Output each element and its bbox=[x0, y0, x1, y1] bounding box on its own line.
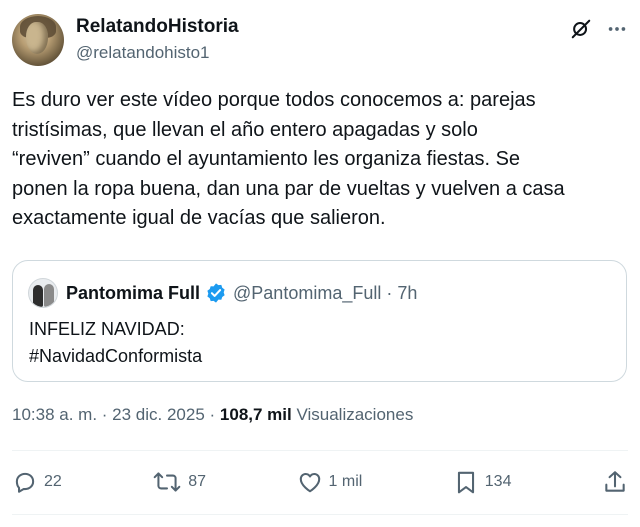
tweet-line: Es duro ver este vídeo porque todos cono… bbox=[12, 89, 536, 111]
more-icon[interactable] bbox=[606, 18, 628, 40]
tweet-line: tristísimas, que llevan el año entero ap… bbox=[12, 118, 478, 141]
reply-button[interactable]: 22 bbox=[12, 469, 62, 495]
reply-count: 22 bbox=[44, 473, 62, 490]
tweet-timestamp[interactable]: 10:38 a. m. · 23 dic. 2025 · bbox=[12, 405, 220, 424]
views-label: Visualizaciones bbox=[291, 405, 414, 424]
tweet-header: RelatandoHistoria @relatandohisto1 bbox=[12, 12, 628, 68]
repost-button[interactable]: 87 bbox=[152, 469, 206, 495]
tweet-meta: 10:38 a. m. · 23 dic. 2025 · 108,7 mil V… bbox=[12, 403, 413, 427]
bookmark-icon bbox=[453, 469, 479, 495]
tweet-text: Es duro ver este vídeo porque todos cono… bbox=[12, 86, 624, 234]
views-count: 108,7 mil bbox=[219, 405, 292, 424]
divider bbox=[12, 514, 628, 515]
author-display-name[interactable]: RelatandoHistoria bbox=[76, 15, 239, 39]
bookmark-button[interactable]: 134 bbox=[453, 469, 512, 495]
share-button[interactable] bbox=[602, 469, 628, 495]
reply-icon bbox=[12, 469, 38, 495]
quoted-tweet-text: INFELIZ NAVIDAD: #NavidadConformista bbox=[29, 316, 202, 370]
divider bbox=[12, 450, 628, 451]
tweet-line: “reviven” cuando el ayuntamiento les org… bbox=[12, 148, 521, 170]
quoted-author-handle-time: @Pantomima_Full · 7h bbox=[233, 282, 418, 303]
like-button[interactable]: 1 mil bbox=[297, 469, 363, 495]
bookmark-count: 134 bbox=[484, 473, 512, 490]
quoted-tweet[interactable]: Pantomima Full @Pantomima_Full · 7h INFE… bbox=[12, 260, 627, 382]
verified-badge-icon bbox=[205, 282, 227, 304]
quoted-author-name: Pantomima Full bbox=[66, 282, 201, 303]
tweet-line: ponen la ropa buena, dan una par de vuel… bbox=[12, 177, 565, 200]
author-avatar[interactable] bbox=[12, 14, 64, 66]
author-handle[interactable]: @relatandohisto1 bbox=[76, 41, 239, 65]
like-icon bbox=[297, 469, 323, 495]
author-names: RelatandoHistoria @relatandohisto1 bbox=[76, 15, 239, 65]
share-icon bbox=[602, 469, 628, 495]
tweet-line: exactamente igual de vacías que salieron… bbox=[12, 207, 386, 229]
quoted-line: #NavidadConformista bbox=[29, 346, 203, 366]
header-icons bbox=[570, 18, 628, 40]
quoted-tweet-header: Pantomima Full @Pantomima_Full · 7h bbox=[28, 278, 417, 308]
repost-count: 87 bbox=[188, 473, 207, 490]
like-count: 1 mil bbox=[328, 473, 363, 490]
repost-icon bbox=[152, 469, 182, 495]
grok-icon[interactable] bbox=[570, 18, 592, 40]
quoted-author-avatar bbox=[28, 278, 58, 308]
action-bar: 22 87 1 mil 134 bbox=[12, 466, 628, 498]
quoted-line: INFELIZ NAVIDAD: bbox=[29, 319, 185, 339]
